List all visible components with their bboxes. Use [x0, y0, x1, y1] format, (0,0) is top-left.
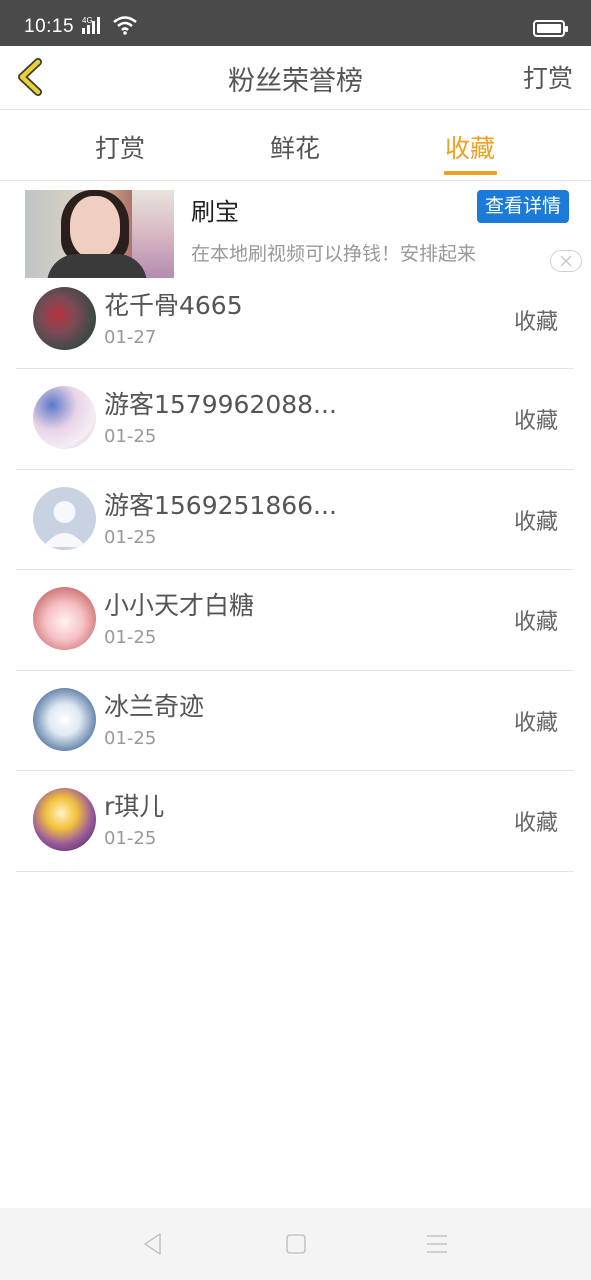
fan-list: 花千骨4665 01-27 收藏 游客1579962088... 01-25 收…	[16, 270, 574, 872]
fan-name: 冰兰奇迹	[104, 691, 205, 721]
list-item[interactable]: r琪儿 01-25 收藏	[16, 771, 574, 872]
fan-name: 游客1579962088...	[104, 390, 337, 419]
ad-title: 刷宝	[191, 198, 239, 226]
fan-date: 01-25	[104, 828, 157, 849]
fan-action-label: 收藏	[513, 409, 558, 434]
ad-banner[interactable]: 刷宝 在本地刷视频可以挣钱！安排起来 查看详情	[0, 182, 591, 282]
tab-bar: 打赏 鲜花 收藏	[0, 111, 591, 181]
ad-close-button[interactable]	[550, 250, 582, 272]
fan-name: r琪儿	[104, 792, 165, 821]
fan-action-label: 收藏	[513, 310, 558, 335]
fan-name: 小小天才白糖	[104, 591, 255, 620]
fan-date: 01-25	[104, 426, 157, 447]
avatar	[33, 486, 96, 550]
list-item[interactable]: 游客1569251866... 01-25 收藏	[16, 470, 574, 570]
avatar	[33, 287, 96, 350]
fan-action-label: 收藏	[513, 509, 558, 535]
close-icon	[560, 252, 572, 271]
fan-date: 01-27	[104, 327, 157, 348]
avatar	[33, 687, 96, 751]
fan-action-label: 收藏	[513, 710, 558, 736]
system-back-button[interactable]	[141, 1232, 165, 1256]
default-avatar-icon	[43, 500, 86, 547]
fan-name: 游客1569251866...	[104, 490, 337, 520]
wifi-icon	[112, 15, 138, 39]
fan-action-label: 收藏	[513, 610, 558, 635]
list-item[interactable]: 游客1579962088... 01-25 收藏	[16, 369, 574, 470]
tab-flowers[interactable]: 鲜花	[270, 129, 320, 165]
nav-bar: 粉丝荣誉榜 打赏	[0, 46, 591, 110]
menu-icon	[425, 1235, 449, 1260]
fan-date: 01-25	[104, 727, 157, 749]
square-home-icon	[284, 1234, 308, 1260]
ad-details-button[interactable]: 查看详情	[477, 190, 569, 223]
fan-date: 01-25	[104, 627, 157, 648]
avatar	[33, 386, 96, 449]
ad-thumbnail	[25, 190, 174, 278]
fan-date: 01-25	[104, 526, 157, 548]
avatar	[33, 587, 96, 650]
status-bar: 10:15 4G	[0, 0, 591, 46]
reward-button[interactable]: 打赏	[523, 59, 573, 95]
triangle-back-icon	[141, 1233, 165, 1260]
active-tab-indicator	[444, 171, 497, 175]
system-menu-button[interactable]	[425, 1232, 449, 1256]
fan-name: 花千骨4665	[104, 291, 243, 320]
list-item[interactable]: 冰兰奇迹 01-25 收藏	[16, 671, 574, 771]
system-nav-bar	[0, 1208, 591, 1280]
fan-action-label: 收藏	[513, 811, 558, 836]
status-icons: 4G	[82, 16, 138, 38]
ad-description: 在本地刷视频可以挣钱！安排起来	[191, 243, 477, 265]
list-item[interactable]: 小小天才白糖 01-25 收藏	[16, 570, 574, 671]
signal-icon: 4G	[82, 15, 106, 39]
page-title: 粉丝荣誉榜	[228, 66, 363, 97]
avatar	[33, 788, 96, 851]
tab-reward[interactable]: 打赏	[95, 129, 145, 165]
network-type-label: 4G	[82, 16, 93, 25]
battery-icon	[533, 20, 568, 37]
list-item[interactable]: 花千骨4665 01-27 收藏	[16, 270, 574, 369]
system-home-button[interactable]	[284, 1232, 308, 1256]
tab-favorites[interactable]: 收藏	[445, 129, 495, 165]
status-time: 10:15	[24, 16, 75, 37]
